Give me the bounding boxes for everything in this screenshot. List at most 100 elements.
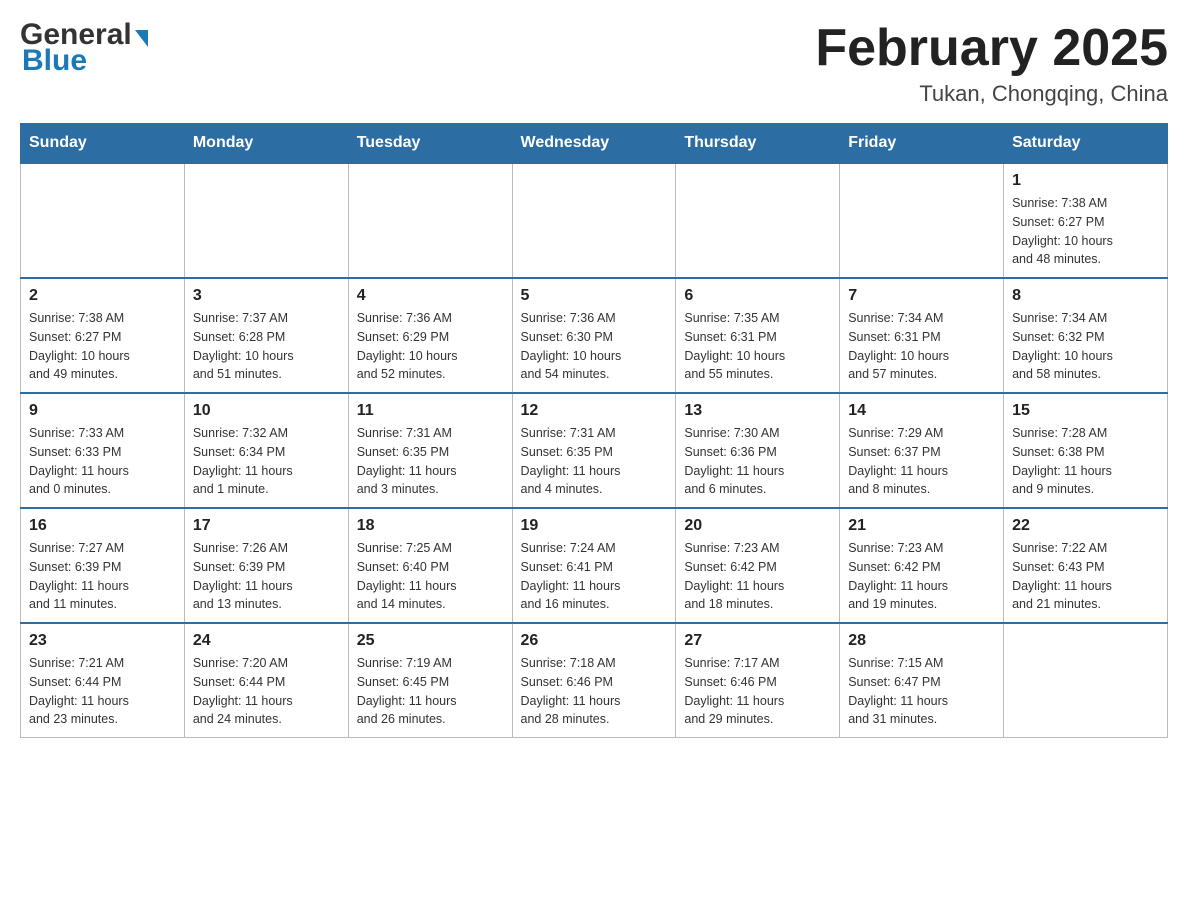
calendar-cell: 1Sunrise: 7:38 AM Sunset: 6:27 PM Daylig…	[1004, 163, 1168, 278]
calendar-header-saturday: Saturday	[1004, 124, 1168, 164]
day-number: 11	[357, 402, 504, 420]
day-info: Sunrise: 7:22 AM Sunset: 6:43 PM Dayligh…	[1012, 539, 1159, 614]
calendar-cell: 26 Sunrise: 7:18 AM Sunset: 6:46 PM Dayli…	[512, 623, 676, 738]
day-info: Sunrise: 7:32 AM Sunset: 6:34 PM Dayligh…	[193, 424, 340, 499]
calendar-cell: 28Sunrise: 7:15 AM Sunset: 6:47 PM Dayli…	[840, 623, 1004, 738]
week-row-4: 16 Sunrise: 7:27 AM Sunset: 6:39 PM Dayli…	[21, 508, 1168, 623]
day-number: 3	[193, 287, 340, 305]
calendar-cell: 24 Sunrise: 7:20 AM Sunset: 6:44 PM Dayli…	[184, 623, 348, 738]
calendar-cell: 5 Sunrise: 7:36 AM Sunset: 6:30 PM Daylig…	[512, 278, 676, 393]
day-number: 16	[29, 517, 176, 535]
day-info: Sunrise: 7:36 AM Sunset: 6:29 PM Dayligh…	[357, 309, 504, 384]
calendar-cell: 19 Sunrise: 7:24 AM Sunset: 6:41 PM Dayli…	[512, 508, 676, 623]
calendar-header-row: SundayMondayTuesdayWednesdayThursdayFrid…	[21, 124, 1168, 164]
calendar-cell: 10 Sunrise: 7:32 AM Sunset: 6:34 PM Dayli…	[184, 393, 348, 508]
day-number: 14	[848, 402, 995, 420]
calendar-cell: 15 Sunrise: 7:28 AM Sunset: 6:38 PM Dayli…	[1004, 393, 1168, 508]
day-number: 8	[1012, 287, 1159, 305]
calendar-cell: 2Sunrise: 7:38 AM Sunset: 6:27 PM Daylig…	[21, 278, 185, 393]
week-row-2: 2Sunrise: 7:38 AM Sunset: 6:27 PM Daylig…	[21, 278, 1168, 393]
calendar-cell: 20 Sunrise: 7:23 AM Sunset: 6:42 PM Dayli…	[676, 508, 840, 623]
main-title: February 2025	[815, 20, 1168, 77]
logo-arrow-icon	[135, 30, 148, 47]
day-info: Sunrise: 7:31 AM Sunset: 6:35 PM Dayligh…	[357, 424, 504, 499]
day-number: 19	[521, 517, 668, 535]
calendar-cell: 3 Sunrise: 7:37 AM Sunset: 6:28 PM Daylig…	[184, 278, 348, 393]
calendar-cell: 9 Sunrise: 7:33 AM Sunset: 6:33 PM Daylig…	[21, 393, 185, 508]
day-info: Sunrise: 7:38 AM Sunset: 6:27 PM Dayligh…	[29, 309, 176, 384]
day-number: 7	[848, 287, 995, 305]
calendar-cell: 16 Sunrise: 7:27 AM Sunset: 6:39 PM Dayli…	[21, 508, 185, 623]
calendar-cell	[1004, 623, 1168, 738]
calendar-cell: 4 Sunrise: 7:36 AM Sunset: 6:29 PM Daylig…	[348, 278, 512, 393]
day-info: Sunrise: 7:36 AM Sunset: 6:30 PM Dayligh…	[521, 309, 668, 384]
title-section: February 2025 Tukan, Chongqing, China	[815, 20, 1168, 107]
day-number: 18	[357, 517, 504, 535]
calendar-cell	[840, 163, 1004, 278]
calendar-cell: 11 Sunrise: 7:31 AM Sunset: 6:35 PM Dayli…	[348, 393, 512, 508]
day-info: Sunrise: 7:34 AM Sunset: 6:31 PM Dayligh…	[848, 309, 995, 384]
calendar-header-wednesday: Wednesday	[512, 124, 676, 164]
day-number: 28	[848, 632, 995, 650]
day-info: Sunrise: 7:19 AM Sunset: 6:45 PM Dayligh…	[357, 654, 504, 729]
logo: General Blue	[20, 20, 148, 76]
day-info: Sunrise: 7:30 AM Sunset: 6:36 PM Dayligh…	[684, 424, 831, 499]
day-info: Sunrise: 7:21 AM Sunset: 6:44 PM Dayligh…	[29, 654, 176, 729]
calendar-cell	[676, 163, 840, 278]
day-number: 5	[521, 287, 668, 305]
week-row-3: 9 Sunrise: 7:33 AM Sunset: 6:33 PM Daylig…	[21, 393, 1168, 508]
day-number: 27	[684, 632, 831, 650]
day-info: Sunrise: 7:26 AM Sunset: 6:39 PM Dayligh…	[193, 539, 340, 614]
day-info: Sunrise: 7:17 AM Sunset: 6:46 PM Dayligh…	[684, 654, 831, 729]
day-number: 12	[521, 402, 668, 420]
day-info: Sunrise: 7:34 AM Sunset: 6:32 PM Dayligh…	[1012, 309, 1159, 384]
calendar-table: SundayMondayTuesdayWednesdayThursdayFrid…	[20, 123, 1168, 738]
day-number: 25	[357, 632, 504, 650]
calendar-cell: 22 Sunrise: 7:22 AM Sunset: 6:43 PM Dayli…	[1004, 508, 1168, 623]
calendar-header-thursday: Thursday	[676, 124, 840, 164]
day-number: 17	[193, 517, 340, 535]
calendar-cell	[512, 163, 676, 278]
calendar-cell	[348, 163, 512, 278]
calendar-cell: 8 Sunrise: 7:34 AM Sunset: 6:32 PM Daylig…	[1004, 278, 1168, 393]
day-info: Sunrise: 7:23 AM Sunset: 6:42 PM Dayligh…	[848, 539, 995, 614]
calendar-cell: 17 Sunrise: 7:26 AM Sunset: 6:39 PM Dayli…	[184, 508, 348, 623]
day-number: 13	[684, 402, 831, 420]
day-number: 21	[848, 517, 995, 535]
day-info: Sunrise: 7:37 AM Sunset: 6:28 PM Dayligh…	[193, 309, 340, 384]
day-info: Sunrise: 7:29 AM Sunset: 6:37 PM Dayligh…	[848, 424, 995, 499]
calendar-cell: 27 Sunrise: 7:17 AM Sunset: 6:46 PM Dayli…	[676, 623, 840, 738]
day-info: Sunrise: 7:33 AM Sunset: 6:33 PM Dayligh…	[29, 424, 176, 499]
day-number: 24	[193, 632, 340, 650]
day-number: 4	[357, 287, 504, 305]
day-info: Sunrise: 7:28 AM Sunset: 6:38 PM Dayligh…	[1012, 424, 1159, 499]
calendar-header-monday: Monday	[184, 124, 348, 164]
day-number: 15	[1012, 402, 1159, 420]
day-number: 23	[29, 632, 176, 650]
day-info: Sunrise: 7:31 AM Sunset: 6:35 PM Dayligh…	[521, 424, 668, 499]
day-info: Sunrise: 7:35 AM Sunset: 6:31 PM Dayligh…	[684, 309, 831, 384]
day-info: Sunrise: 7:24 AM Sunset: 6:41 PM Dayligh…	[521, 539, 668, 614]
calendar-header-friday: Friday	[840, 124, 1004, 164]
calendar-header-tuesday: Tuesday	[348, 124, 512, 164]
day-info: Sunrise: 7:20 AM Sunset: 6:44 PM Dayligh…	[193, 654, 340, 729]
calendar-cell: 12 Sunrise: 7:31 AM Sunset: 6:35 PM Dayli…	[512, 393, 676, 508]
calendar-cell	[21, 163, 185, 278]
day-info: Sunrise: 7:23 AM Sunset: 6:42 PM Dayligh…	[684, 539, 831, 614]
day-number: 20	[684, 517, 831, 535]
calendar-cell: 23 Sunrise: 7:21 AM Sunset: 6:44 PM Dayli…	[21, 623, 185, 738]
calendar-cell: 21 Sunrise: 7:23 AM Sunset: 6:42 PM Dayli…	[840, 508, 1004, 623]
day-number: 9	[29, 402, 176, 420]
day-number: 22	[1012, 517, 1159, 535]
calendar-cell: 6Sunrise: 7:35 AM Sunset: 6:31 PM Daylig…	[676, 278, 840, 393]
week-row-1: 1Sunrise: 7:38 AM Sunset: 6:27 PM Daylig…	[21, 163, 1168, 278]
day-number: 26	[521, 632, 668, 650]
calendar-cell: 18Sunrise: 7:25 AM Sunset: 6:40 PM Dayli…	[348, 508, 512, 623]
calendar-cell: 25 Sunrise: 7:19 AM Sunset: 6:45 PM Dayli…	[348, 623, 512, 738]
calendar-cell: 13 Sunrise: 7:30 AM Sunset: 6:36 PM Dayli…	[676, 393, 840, 508]
calendar-cell	[184, 163, 348, 278]
week-row-5: 23 Sunrise: 7:21 AM Sunset: 6:44 PM Dayli…	[21, 623, 1168, 738]
day-info: Sunrise: 7:18 AM Sunset: 6:46 PM Dayligh…	[521, 654, 668, 729]
day-number: 10	[193, 402, 340, 420]
day-info: Sunrise: 7:27 AM Sunset: 6:39 PM Dayligh…	[29, 539, 176, 614]
